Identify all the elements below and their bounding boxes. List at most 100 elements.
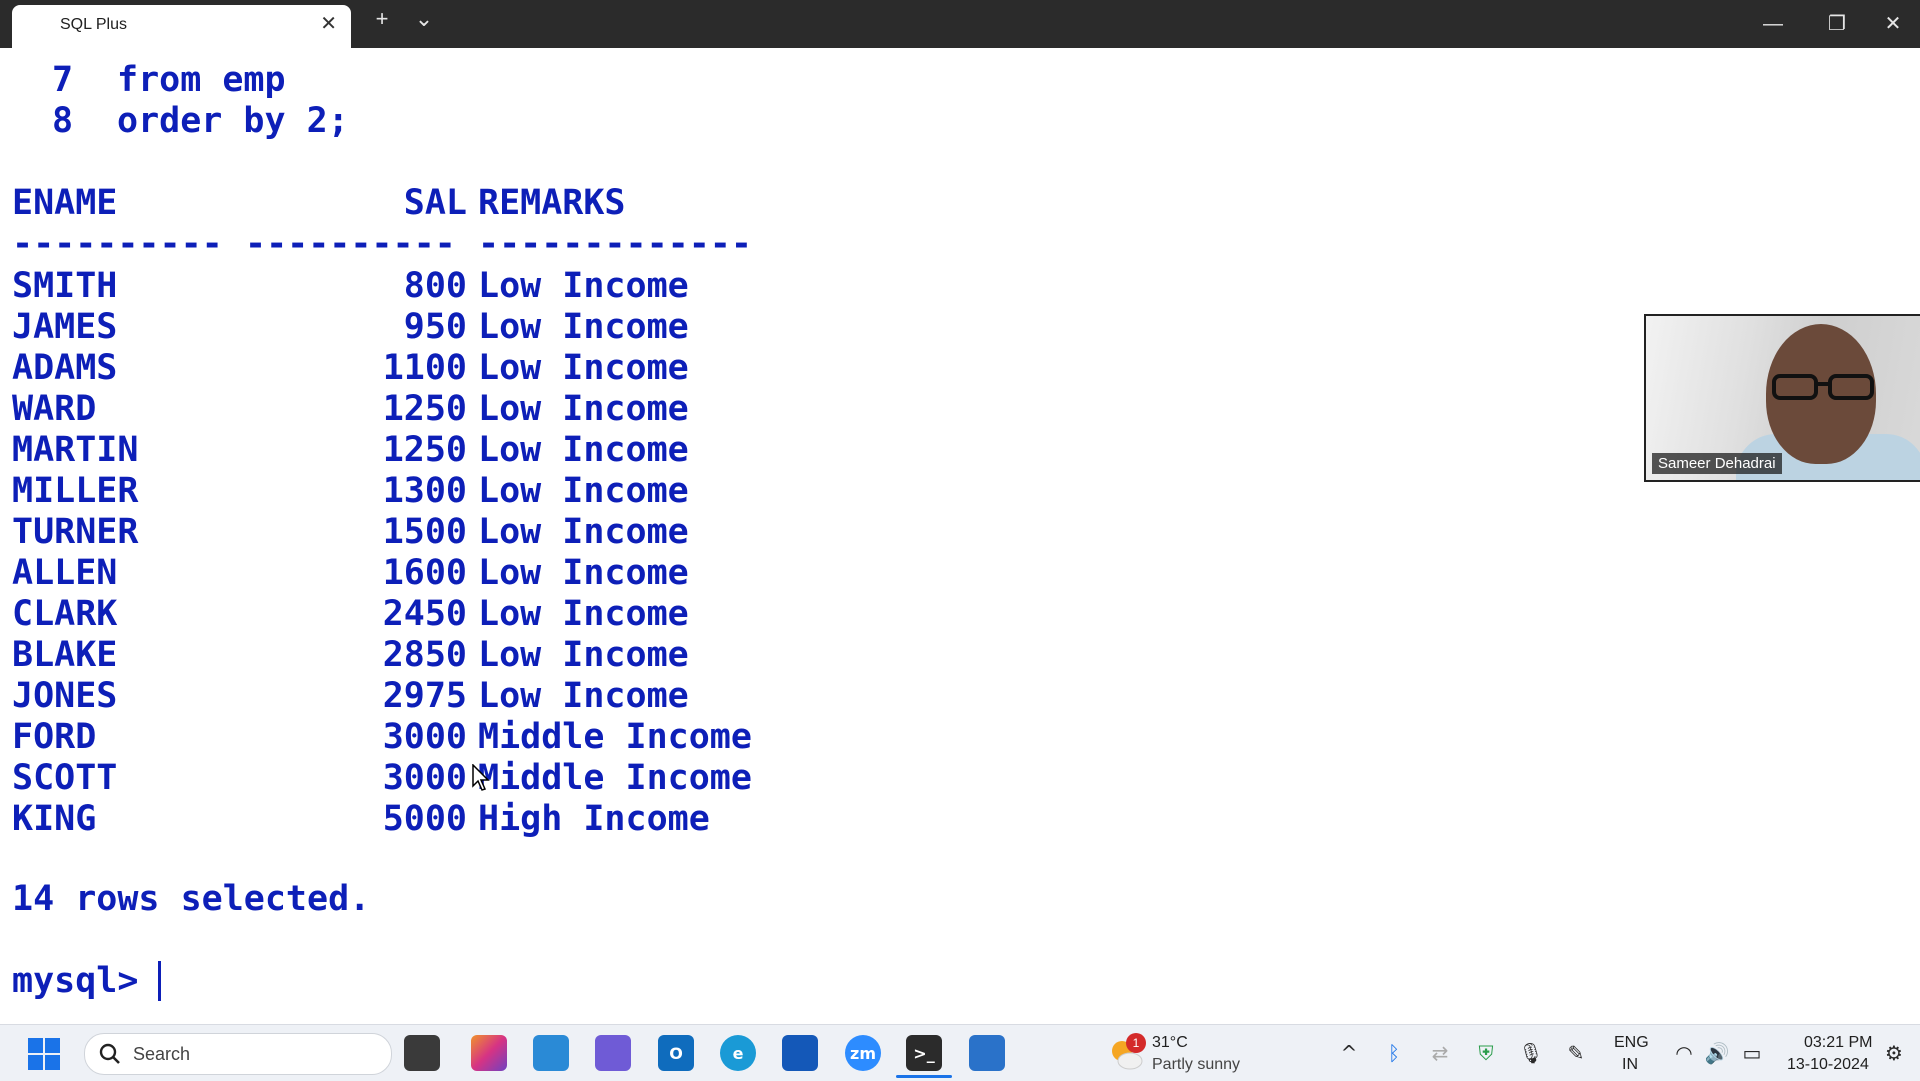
- mail-icon[interactable]: [782, 1035, 818, 1071]
- cell-sal: 3000: [382, 717, 467, 757]
- active-app-indicator: [896, 1075, 952, 1078]
- cell-sal: 800: [403, 266, 467, 306]
- terminal-icon[interactable]: >_: [906, 1035, 942, 1071]
- cell-ename: JONES: [12, 676, 118, 716]
- header-sal: SAL: [403, 183, 467, 223]
- text-cursor: [158, 961, 161, 1001]
- separator-ename: ----------: [12, 224, 223, 264]
- header-remarks: REMARKS: [478, 183, 626, 223]
- cell-ename: BLAKE: [12, 635, 118, 675]
- cell-sal: 950: [403, 307, 467, 347]
- cell-ename: FORD: [12, 717, 97, 757]
- cell-ename: ALLEN: [12, 553, 118, 593]
- mouse-pointer-icon: [472, 764, 490, 791]
- taskbar-search[interactable]: Search: [84, 1033, 392, 1075]
- query-text: from emp: [117, 60, 286, 100]
- tab-sql-plus[interactable]: SQL Plus ✕: [12, 5, 351, 48]
- taskbar: Search O e zm >_ 1 31°C Partly sunny ^ ᛒ…: [0, 1024, 1920, 1081]
- cell-sal: 1600: [382, 553, 467, 593]
- cell-ename: JAMES: [12, 307, 118, 347]
- cell-remarks: Low Income: [478, 512, 689, 552]
- cell-remarks: Low Income: [478, 307, 689, 347]
- line-number: 8: [52, 101, 74, 141]
- cell-sal: 2450: [382, 594, 467, 634]
- language-indicator[interactable]: ENG: [1614, 1034, 1649, 1052]
- tab-dropdown-icon[interactable]: ⌄: [408, 8, 440, 40]
- cell-ename: KING: [12, 799, 97, 839]
- cell-sal: 5000: [382, 799, 467, 839]
- cell-sal: 1100: [382, 348, 467, 388]
- title-bar: SQL Plus ✕ + ⌄ — ❐ ✕: [0, 0, 1920, 48]
- battery-icon[interactable]: ▭: [1738, 1039, 1766, 1067]
- wifi-icon[interactable]: ◠: [1670, 1039, 1698, 1067]
- cell-remarks: High Income: [478, 799, 710, 839]
- copilot-icon[interactable]: [471, 1035, 507, 1071]
- search-icon: [99, 1043, 120, 1064]
- restore-button[interactable]: ❐: [1814, 8, 1860, 40]
- cell-sal: 1300: [382, 471, 467, 511]
- separator-sal: ----------: [245, 224, 456, 264]
- weather-badge: 1: [1126, 1033, 1146, 1053]
- cell-remarks: Middle Income: [478, 717, 752, 757]
- clock-time[interactable]: 03:21 PM: [1804, 1034, 1872, 1052]
- participant-name: Sameer Dehadrai: [1652, 453, 1782, 474]
- cell-remarks: Low Income: [478, 635, 689, 675]
- cell-ename: TURNER: [12, 512, 139, 552]
- edge-icon[interactable]: e: [720, 1035, 756, 1071]
- cell-remarks: Low Income: [478, 389, 689, 429]
- cell-ename: CLARK: [12, 594, 118, 634]
- file-explorer-icon[interactable]: [404, 1035, 440, 1071]
- desktop-icon[interactable]: [533, 1035, 569, 1071]
- notepad-icon[interactable]: [969, 1035, 1005, 1071]
- weather-description: Partly sunny: [1152, 1056, 1241, 1073]
- glasses-icon: [1772, 374, 1874, 400]
- cell-ename: ADAMS: [12, 348, 118, 388]
- security-icon[interactable]: ⛨: [1472, 1039, 1500, 1067]
- cell-sal: 2975: [382, 676, 467, 716]
- cell-remarks: Low Income: [478, 553, 689, 593]
- query-line-8: 8 order by 2;: [12, 101, 349, 141]
- cell-remarks: Low Income: [478, 430, 689, 470]
- new-tab-button[interactable]: +: [366, 8, 398, 40]
- cell-remarks: Low Income: [478, 594, 689, 634]
- terminal-output[interactable]: 7 from emp 8 order by 2; ENAME SAL REMAR…: [0, 48, 1920, 1024]
- windows-start-icon[interactable]: [28, 1038, 60, 1070]
- separator-row: ---------- ---------- -------------: [12, 224, 752, 264]
- header-ename: ENAME: [12, 183, 118, 223]
- rows-selected-summary: 14 rows selected.: [12, 879, 371, 919]
- separator-remarks: -------------: [478, 224, 752, 264]
- network-share-icon[interactable]: ⇄: [1426, 1039, 1454, 1067]
- cell-remarks: Low Income: [478, 471, 689, 511]
- bluetooth-icon[interactable]: ᛒ: [1380, 1039, 1408, 1067]
- minimize-button[interactable]: —: [1750, 8, 1796, 40]
- volume-icon[interactable]: 🔊: [1703, 1039, 1731, 1067]
- outlook-icon[interactable]: O: [658, 1035, 694, 1071]
- chevron-up-icon[interactable]: ^: [1335, 1039, 1363, 1067]
- weather-temperature: 31°C: [1152, 1034, 1188, 1051]
- microphone-icon[interactable]: 🎙: [1517, 1039, 1545, 1067]
- query-line-7: 7 from emp: [12, 60, 286, 100]
- cell-sal: 3000: [382, 758, 467, 798]
- zoom-icon[interactable]: zm: [845, 1035, 881, 1071]
- cell-sal: 1250: [382, 389, 467, 429]
- cell-sal: 1250: [382, 430, 467, 470]
- video-call-tile[interactable]: Sameer Dehadrai: [1644, 314, 1920, 482]
- cell-remarks: Low Income: [478, 348, 689, 388]
- cell-sal: 2850: [382, 635, 467, 675]
- notification-icon[interactable]: ⚙: [1880, 1039, 1908, 1067]
- search-placeholder: Search: [133, 1044, 191, 1064]
- cell-remarks: Low Income: [478, 266, 689, 306]
- query-text: order by 2;: [117, 101, 349, 141]
- teams-icon[interactable]: [595, 1035, 631, 1071]
- clock-date[interactable]: 13-10-2024: [1787, 1056, 1869, 1074]
- cell-remarks: Middle Income: [478, 758, 752, 798]
- tab-close-icon[interactable]: ✕: [320, 14, 337, 34]
- region-indicator[interactable]: IN: [1622, 1056, 1638, 1074]
- cell-ename: MARTIN: [12, 430, 139, 470]
- close-window-button[interactable]: ✕: [1870, 8, 1916, 40]
- pen-icon[interactable]: ✎: [1562, 1039, 1590, 1067]
- cell-remarks: Low Income: [478, 676, 689, 716]
- cell-sal: 1500: [382, 512, 467, 552]
- tab-title: SQL Plus: [60, 16, 127, 33]
- cell-ename: SCOTT: [12, 758, 118, 798]
